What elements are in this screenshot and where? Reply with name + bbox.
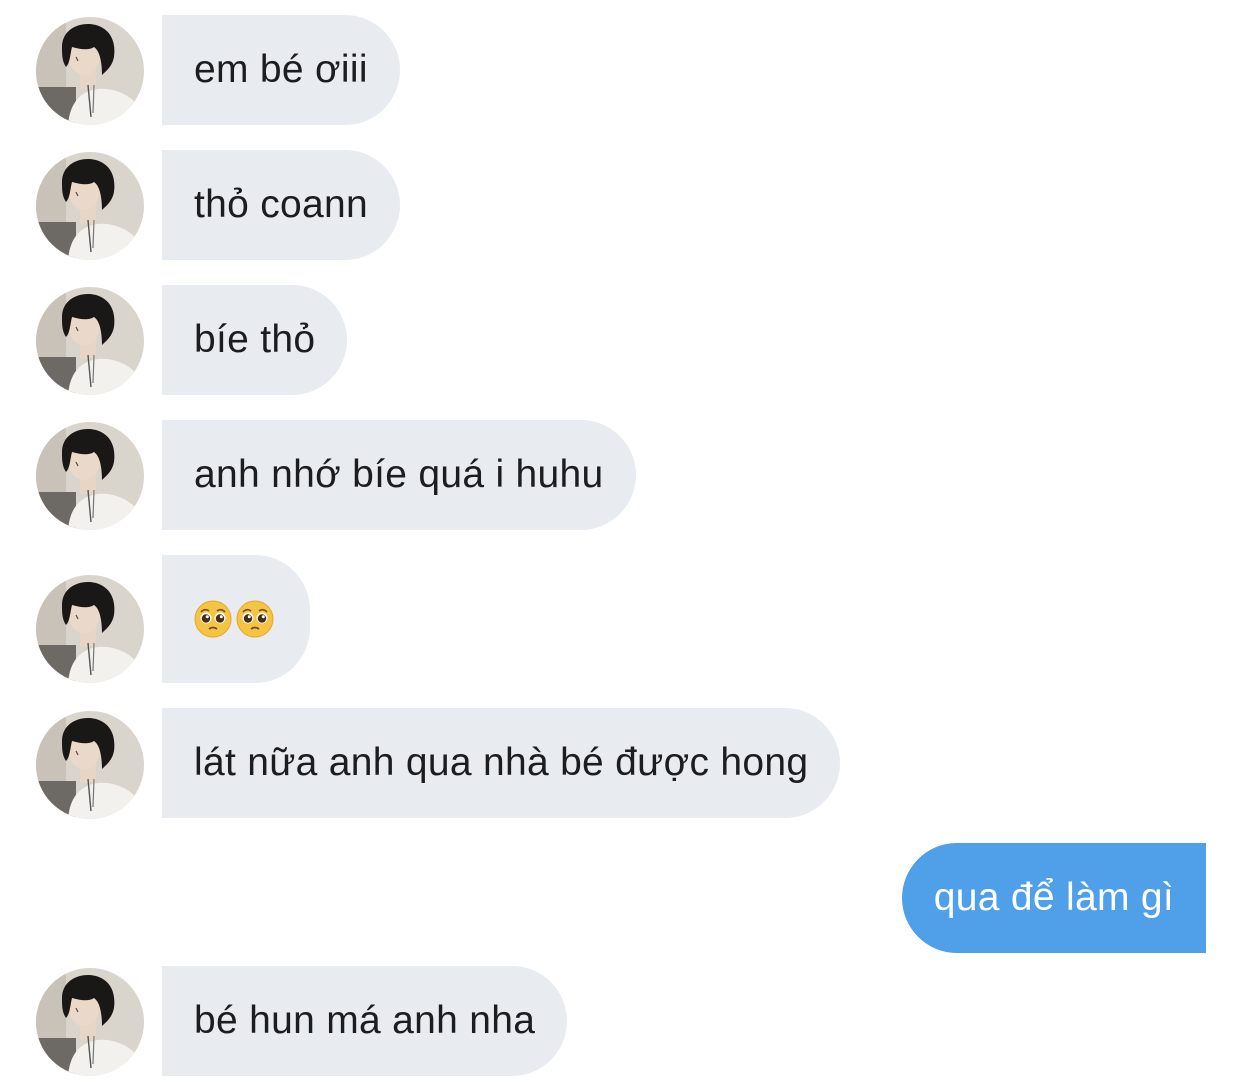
- avatar-photo-icon: [36, 287, 144, 395]
- outgoing-message-bubble[interactable]: qua để làm gì: [901, 843, 1206, 953]
- avatar-photo-icon: [36, 17, 144, 125]
- contact-avatar[interactable]: [36, 968, 144, 1076]
- avatar-photo-icon: [36, 575, 144, 683]
- message-text: em bé ơiii: [194, 48, 368, 91]
- avatar-photo-icon: [36, 152, 144, 260]
- pleading-face-icon: [236, 600, 274, 638]
- message-text: qua để làm gì: [933, 876, 1174, 919]
- incoming-message-bubble[interactable]: anh nhớ bíe quá i huhu: [162, 420, 636, 530]
- contact-avatar[interactable]: [36, 152, 144, 260]
- conversation-thread: em bé ơiii thỏ coann bíe thỏ anh nhớ bíe…: [0, 0, 1242, 1082]
- contact-avatar[interactable]: [36, 287, 144, 395]
- message-text: anh nhớ bíe quá i huhu: [194, 453, 604, 496]
- incoming-message-bubble[interactable]: bé hun má anh nha: [162, 966, 568, 1076]
- contact-avatar[interactable]: [36, 575, 144, 683]
- incoming-message-bubble[interactable]: em bé ơiii: [162, 15, 400, 125]
- avatar-photo-icon: [36, 968, 144, 1076]
- avatar-photo-icon: [36, 422, 144, 530]
- incoming-message-bubble[interactable]: thỏ coann: [162, 150, 401, 260]
- contact-avatar[interactable]: [36, 422, 144, 530]
- incoming-message-bubble[interactable]: bíe thỏ: [162, 285, 348, 395]
- incoming-emoji-bubble[interactable]: [162, 555, 310, 683]
- message-text: lát nữa anh qua nhà bé được hong: [194, 741, 809, 784]
- contact-avatar[interactable]: [36, 17, 144, 125]
- contact-avatar[interactable]: [36, 711, 144, 819]
- incoming-message-bubble[interactable]: lát nữa anh qua nhà bé được hong: [162, 708, 841, 818]
- message-text: bé hun má anh nha: [194, 999, 536, 1042]
- pleading-face-icon: [194, 600, 232, 638]
- avatar-photo-icon: [36, 711, 144, 819]
- message-text: bíe thỏ: [194, 318, 316, 361]
- message-text: thỏ coann: [194, 183, 369, 226]
